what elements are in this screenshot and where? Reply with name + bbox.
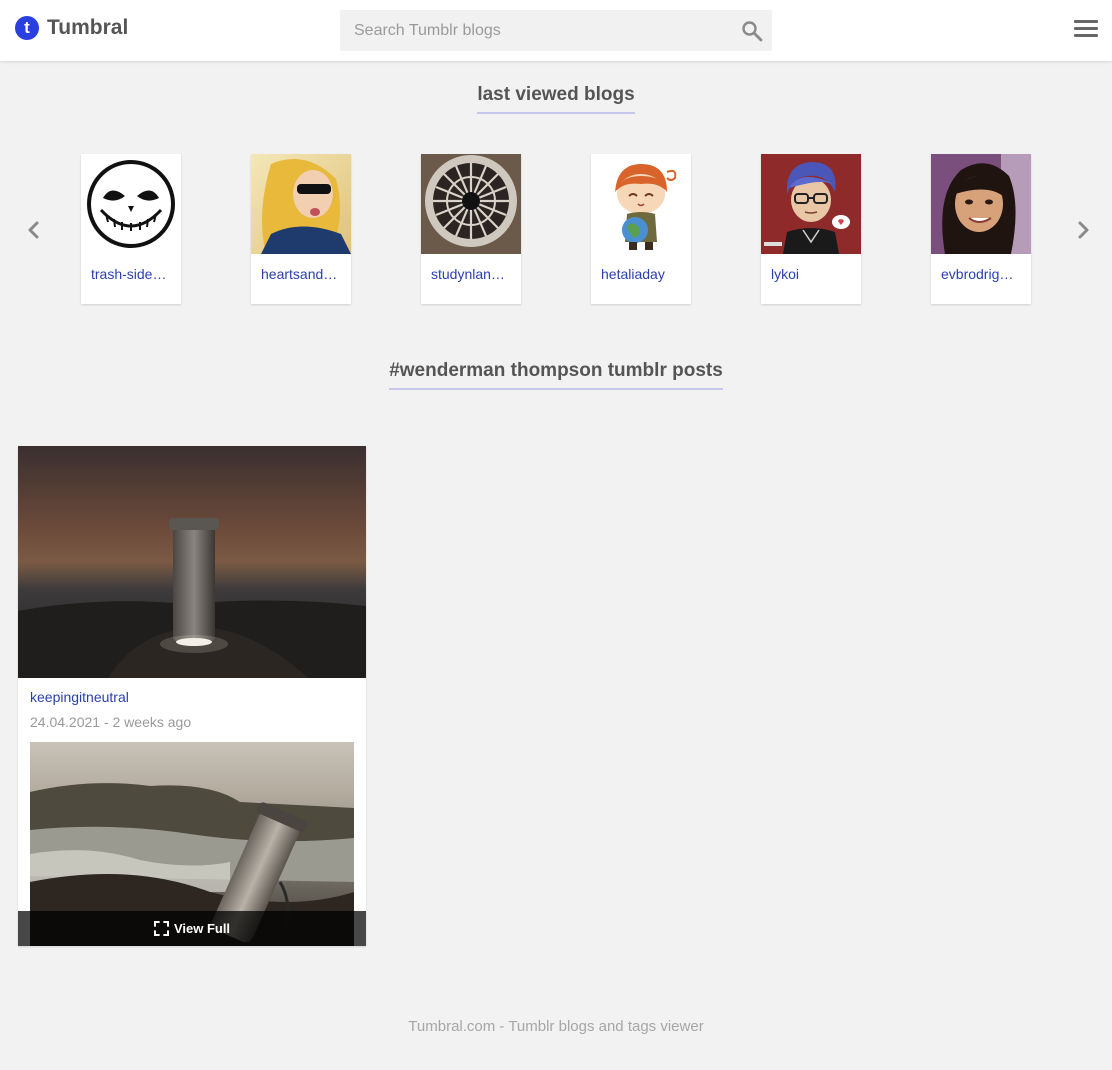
blog-card[interactable]: hetaliaday (591, 154, 691, 304)
post-author-link[interactable]: keepingitneutral (30, 689, 366, 705)
carousel-prev-button[interactable] (22, 218, 46, 242)
top-header: t Tumbral (0, 0, 1112, 61)
blog-card[interactable]: studynlan… (421, 154, 521, 304)
chibi-character-avatar-image (591, 154, 691, 254)
blog-card[interactable]: lykoi (761, 154, 861, 304)
last-viewed-title: last viewed blogs (477, 84, 635, 114)
blog-name: hetaliaday (601, 266, 665, 282)
blog-card[interactable]: trash-side-… (81, 154, 181, 304)
post-date: 24.04.2021 - 2 weeks ago (30, 714, 192, 730)
carousel-next-button[interactable] (1071, 218, 1095, 242)
illustrated-person-avatar-image (761, 154, 861, 254)
blog-name: trash-side-… (91, 266, 172, 282)
blog-avatar (81, 154, 181, 254)
view-full-button[interactable]: View Full (18, 911, 366, 946)
blog-name: lykoi (771, 266, 800, 282)
post-image-sunset-lantern[interactable] (18, 446, 366, 678)
blog-avatar (591, 154, 691, 254)
tag-posts-title: #wenderman thompson tumblr posts (389, 360, 723, 390)
search-icon[interactable] (740, 19, 764, 43)
dome-ceiling-avatar-image (421, 154, 521, 254)
last-viewed-section-header: last viewed blogs (0, 84, 1112, 114)
blog-name: heartsand… (261, 266, 338, 282)
site-name: Tumbral (47, 16, 129, 39)
blonde-woman-avatar-image (251, 154, 351, 254)
blog-avatar (251, 154, 351, 254)
blog-card[interactable]: heartsand… (251, 154, 351, 304)
blog-name: studynlan… (431, 266, 505, 282)
fullscreen-icon (153, 921, 169, 936)
site-logo[interactable]: t Tumbral (15, 16, 128, 40)
skull-avatar-image (81, 154, 181, 254)
search-input[interactable] (340, 10, 730, 51)
chevron-left-icon (28, 221, 39, 239)
tumbral-logo-icon: t (15, 16, 39, 40)
blog-card[interactable]: evbrodrig… (931, 154, 1031, 304)
chevron-right-icon (1078, 221, 1089, 239)
blog-avatar (421, 154, 521, 254)
blog-avatar (761, 154, 861, 254)
woman-selfie-avatar-image (931, 154, 1031, 254)
search-box (340, 10, 772, 51)
post-card: keepingitneutral 24.04.2021 - 2 weeks ag… (18, 446, 366, 946)
view-full-label: View Full (173, 921, 231, 936)
footer-text: Tumbral.com - Tumblr blogs and tags view… (408, 1018, 704, 1035)
hamburger-menu-icon[interactable] (1074, 20, 1098, 40)
blog-name: evbrodrig… (941, 266, 1014, 282)
blog-avatar (931, 154, 1031, 254)
tag-posts-section-header: #wenderman thompson tumblr posts (0, 360, 1112, 390)
